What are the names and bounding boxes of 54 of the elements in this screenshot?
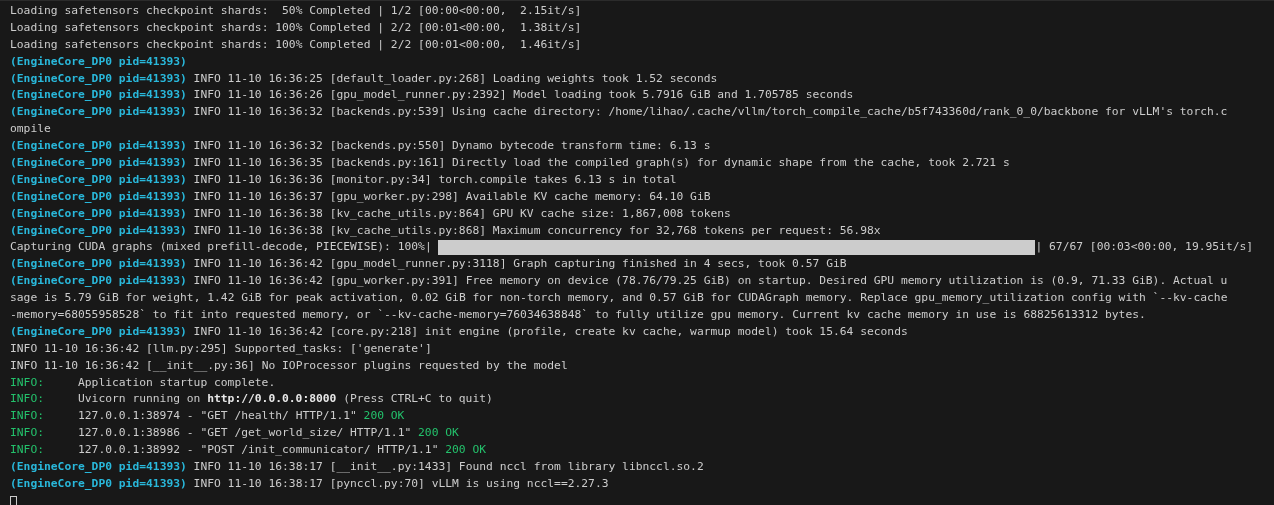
log-text: Loading safetensors checkpoint shards: 100% Completed | 2/2 [00:01<00:00, 1.46it/s] bbox=[10, 36, 582, 53]
log-text: INFO 11-10 16:38:17 [__init__.py:1433] Found nccl from library libnccl.so.2 bbox=[193, 459, 704, 476]
status-text: 200 OK bbox=[418, 425, 459, 442]
log-text: INFO 11-10 16:36:32 [backends.py:550] Dynamo bytecode transform time: 6.13 s bbox=[193, 138, 711, 155]
process-tag: (EngineCore_DP0 pid=41393) bbox=[10, 256, 187, 274]
process-tag: (EngineCore_DP0 pid=41393) bbox=[10, 70, 187, 88]
log-text: INFO 11-10 16:36:38 [kv_cache_utils.py:864] GPU KV cache size: 1,867,008 tokens bbox=[193, 205, 731, 222]
log-level: INFO: bbox=[10, 374, 44, 391]
status-text: 200 OK bbox=[445, 442, 487, 459]
log-text: 127.0.0.1:38974 - "GET /health/ HTTP/1.1" bbox=[77, 408, 357, 425]
process-tag: (EngineCore_DP0 pid=41393) bbox=[10, 475, 187, 493]
log-text: 127.0.0.1:38992 - "POST /init_communicator/ HTTP/1.1" bbox=[77, 442, 439, 459]
log-text: (Press CTRL+C to quit) bbox=[343, 391, 493, 408]
log-text: -memory=68055958528` to fit into requested memory, or `--kv-cache-memory=76034638848` to fully utilize gpu memory. Current kv cache memory in use is 68825613312 bytes. bbox=[10, 307, 1146, 324]
process-tag: (EngineCore_DP0 pid=41393) bbox=[10, 171, 187, 189]
process-tag: (EngineCore_DP0 pid=41393) bbox=[10, 138, 187, 156]
process-tag: (EngineCore_DP0 pid=41393) bbox=[10, 222, 187, 240]
process-tag: (EngineCore_DP0 pid=41393) bbox=[10, 155, 187, 172]
status-text: 200 OK bbox=[363, 408, 405, 425]
log-text: INFO 11-10 16:36:42 [gpu_worker.py:391] Free memory on device (78.76/79.25 GiB) on startup. Desired GPU memory utilization is (0.9, 71.33 GiB). Actual u bbox=[193, 273, 1228, 290]
log-text: INFO 11-10 16:36:37 [gpu_worker.py:298] Available KV cache memory: 64.10 GiB bbox=[193, 188, 711, 205]
log-text: INFO 11-10 16:36:25 [default_loader.py:268] Loading weights took 1.52 seconds bbox=[193, 70, 718, 87]
process-tag: (EngineCore_DP0 pid=41393) bbox=[10, 323, 187, 341]
log-text: sage is 5.79 GiB for weight, 1.42 GiB for peak activation, 0.02 GiB for non-torch memory, and 0.57 GiB for CUDAGraph memory. Replace gpu_memory_utilization config with `--kv-cache bbox=[10, 290, 1228, 307]
log-text: Uvicorn running on bbox=[77, 391, 201, 408]
log-text: 127.0.0.1:38986 - "GET /get_world_size/ HTTP/1.1" bbox=[77, 425, 412, 442]
log-level: INFO: bbox=[10, 442, 44, 459]
process-tag: (EngineCore_DP0 pid=41393) bbox=[10, 205, 187, 223]
log-text: Loading safetensors checkpoint shards: 50% Completed | 1/2 [00:00<00:00, 2.15it/s] bbox=[10, 3, 582, 19]
process-tag: (EngineCore_DP0 pid=41393) bbox=[10, 87, 187, 105]
log-level: INFO: bbox=[10, 425, 44, 442]
progress-label: Capturing CUDA graphs (mixed prefill-decode, PIECEWISE): 100%| bbox=[10, 239, 432, 256]
log-level: INFO: bbox=[10, 391, 44, 408]
log-text: INFO 11-10 16:36:26 [gpu_model_runner.py:2392] Model loading took 5.7916 GiB and 1.705785 seconds bbox=[193, 87, 854, 104]
log-level: INFO: bbox=[10, 408, 44, 425]
process-tag: (EngineCore_DP0 pid=41393) bbox=[10, 53, 187, 71]
log-text: INFO 11-10 16:38:17 [pynccl.py:70] vLLM is using nccl==2.27.3 bbox=[193, 475, 609, 492]
log-text: ompile bbox=[10, 121, 51, 138]
process-tag: (EngineCore_DP0 pid=41393) bbox=[10, 459, 187, 476]
log-text: INFO 11-10 16:36:35 [backends.py:161] Directly load the compiled graph(s) for dynamic shape from the cache, took 2.721 s bbox=[193, 155, 1010, 171]
log-text: Application startup complete. bbox=[77, 374, 276, 391]
process-tag: (EngineCore_DP0 pid=41393) bbox=[10, 273, 187, 291]
process-tag: (EngineCore_DP0 pid=41393) bbox=[10, 104, 187, 122]
log-text: INFO 11-10 16:36:38 [kv_cache_utils.py:868] Maximum concurrency for 32,768 tokens per request: 56.98x bbox=[193, 222, 881, 239]
process-tag: (EngineCore_DP0 pid=41393) bbox=[10, 188, 187, 206]
log-text: Loading safetensors checkpoint shards: 100% Completed | 2/2 [00:01<00:00, 1.38it/s] bbox=[10, 19, 582, 36]
log-text: INFO 11-10 16:36:42 [core.py:218] init engine (profile, create kv cache, warmup model) took 15.64 seconds bbox=[193, 323, 908, 340]
progress-stats: | 67/67 [00:03<00:00, 19.95it/s] bbox=[1035, 239, 1254, 256]
url-link[interactable]: http://0.0.0.0:8000 bbox=[207, 391, 337, 409]
log-text: INFO 11-10 16:36:32 [backends.py:539] Using cache directory: /home/lihao/.cache/vllm/torch_compile_cache/b5f743360d/rank_0_0/backbone for vLLM's torch.c bbox=[193, 104, 1228, 121]
log-text: INFO 11-10 16:36:36 [monitor.py:34] torch.compile takes 6.13 s in total bbox=[193, 171, 677, 188]
log-text: INFO 11-10 16:36:42 [__init__.py:36] No IOProcessor plugins requested by the model bbox=[10, 357, 568, 374]
log-text: INFO 11-10 16:36:42 [gpu_model_runner.py:3118] Graph capturing finished in 4 secs, took 0.57 GiB bbox=[193, 256, 847, 273]
log-text: INFO 11-10 16:36:42 [llm.py:295] Supported_tasks: ['generate'] bbox=[10, 340, 432, 357]
